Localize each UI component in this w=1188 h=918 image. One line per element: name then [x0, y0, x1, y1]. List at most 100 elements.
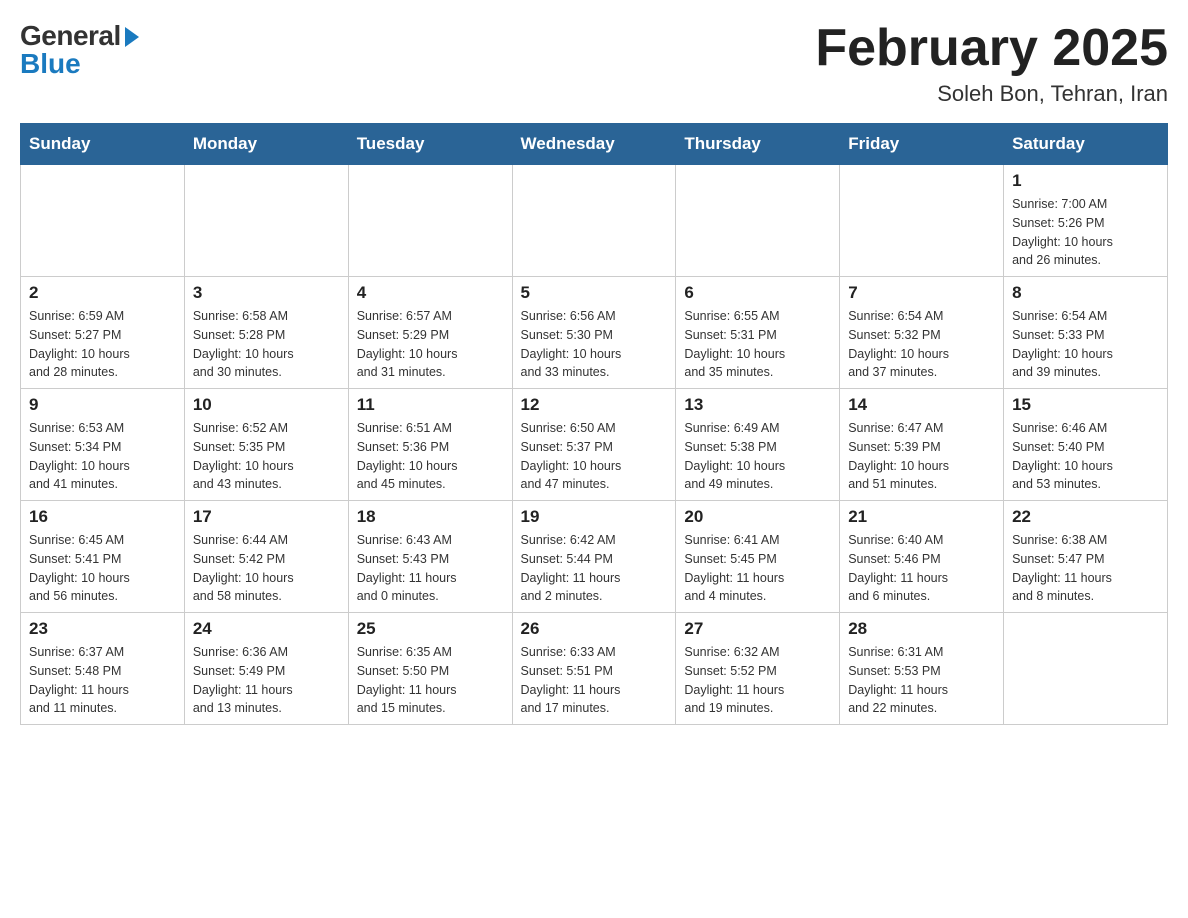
day-info: Sunrise: 6:31 AMSunset: 5:53 PMDaylight:…	[848, 643, 995, 718]
title-block: February 2025 Soleh Bon, Tehran, Iran	[815, 20, 1168, 107]
day-number: 23	[29, 619, 176, 639]
day-number: 11	[357, 395, 504, 415]
day-info: Sunrise: 6:47 AMSunset: 5:39 PMDaylight:…	[848, 419, 995, 494]
day-info: Sunrise: 6:53 AMSunset: 5:34 PMDaylight:…	[29, 419, 176, 494]
day-number: 18	[357, 507, 504, 527]
day-number: 3	[193, 283, 340, 303]
week-row-5: 23 Sunrise: 6:37 AMSunset: 5:48 PMDayligh…	[21, 613, 1168, 725]
day-info: Sunrise: 6:50 AMSunset: 5:37 PMDaylight:…	[521, 419, 668, 494]
day-info: Sunrise: 6:52 AMSunset: 5:35 PMDaylight:…	[193, 419, 340, 494]
calendar-cell	[184, 165, 348, 277]
day-info: Sunrise: 6:55 AMSunset: 5:31 PMDaylight:…	[684, 307, 831, 382]
day-info: Sunrise: 6:54 AMSunset: 5:33 PMDaylight:…	[1012, 307, 1159, 382]
day-number: 2	[29, 283, 176, 303]
day-info: Sunrise: 6:41 AMSunset: 5:45 PMDaylight:…	[684, 531, 831, 606]
calendar-cell: 8 Sunrise: 6:54 AMSunset: 5:33 PMDaylight…	[1004, 277, 1168, 389]
day-number: 28	[848, 619, 995, 639]
day-info: Sunrise: 6:56 AMSunset: 5:30 PMDaylight:…	[521, 307, 668, 382]
calendar-cell: 11 Sunrise: 6:51 AMSunset: 5:36 PMDayligh…	[348, 389, 512, 501]
week-row-3: 9 Sunrise: 6:53 AMSunset: 5:34 PMDaylight…	[21, 389, 1168, 501]
day-number: 10	[193, 395, 340, 415]
calendar-cell: 25 Sunrise: 6:35 AMSunset: 5:50 PMDayligh…	[348, 613, 512, 725]
day-info: Sunrise: 7:00 AMSunset: 5:26 PMDaylight:…	[1012, 195, 1159, 270]
col-tuesday: Tuesday	[348, 124, 512, 165]
day-number: 5	[521, 283, 668, 303]
calendar-cell: 28 Sunrise: 6:31 AMSunset: 5:53 PMDayligh…	[840, 613, 1004, 725]
calendar-cell	[840, 165, 1004, 277]
calendar-cell: 4 Sunrise: 6:57 AMSunset: 5:29 PMDaylight…	[348, 277, 512, 389]
day-info: Sunrise: 6:43 AMSunset: 5:43 PMDaylight:…	[357, 531, 504, 606]
logo-arrow-icon	[125, 27, 139, 47]
day-number: 7	[848, 283, 995, 303]
day-number: 20	[684, 507, 831, 527]
calendar-cell	[348, 165, 512, 277]
week-row-2: 2 Sunrise: 6:59 AMSunset: 5:27 PMDaylight…	[21, 277, 1168, 389]
calendar-cell: 12 Sunrise: 6:50 AMSunset: 5:37 PMDayligh…	[512, 389, 676, 501]
col-sunday: Sunday	[21, 124, 185, 165]
day-info: Sunrise: 6:35 AMSunset: 5:50 PMDaylight:…	[357, 643, 504, 718]
day-info: Sunrise: 6:59 AMSunset: 5:27 PMDaylight:…	[29, 307, 176, 382]
day-info: Sunrise: 6:42 AMSunset: 5:44 PMDaylight:…	[521, 531, 668, 606]
day-info: Sunrise: 6:49 AMSunset: 5:38 PMDaylight:…	[684, 419, 831, 494]
week-row-4: 16 Sunrise: 6:45 AMSunset: 5:41 PMDayligh…	[21, 501, 1168, 613]
calendar-cell: 1Sunrise: 7:00 AMSunset: 5:26 PMDaylight…	[1004, 165, 1168, 277]
calendar-cell: 13 Sunrise: 6:49 AMSunset: 5:38 PMDayligh…	[676, 389, 840, 501]
day-number: 15	[1012, 395, 1159, 415]
calendar-cell: 5 Sunrise: 6:56 AMSunset: 5:30 PMDaylight…	[512, 277, 676, 389]
day-info: Sunrise: 6:37 AMSunset: 5:48 PMDaylight:…	[29, 643, 176, 718]
calendar-cell: 18 Sunrise: 6:43 AMSunset: 5:43 PMDayligh…	[348, 501, 512, 613]
calendar-cell: 20 Sunrise: 6:41 AMSunset: 5:45 PMDayligh…	[676, 501, 840, 613]
day-number: 17	[193, 507, 340, 527]
calendar-cell	[512, 165, 676, 277]
calendar-cell: 9 Sunrise: 6:53 AMSunset: 5:34 PMDaylight…	[21, 389, 185, 501]
day-number: 19	[521, 507, 668, 527]
day-info: Sunrise: 6:33 AMSunset: 5:51 PMDaylight:…	[521, 643, 668, 718]
calendar-header-row: Sunday Monday Tuesday Wednesday Thursday…	[21, 124, 1168, 165]
calendar-cell: 14 Sunrise: 6:47 AMSunset: 5:39 PMDayligh…	[840, 389, 1004, 501]
day-number: 13	[684, 395, 831, 415]
day-number: 8	[1012, 283, 1159, 303]
calendar-cell: 19 Sunrise: 6:42 AMSunset: 5:44 PMDayligh…	[512, 501, 676, 613]
day-info: Sunrise: 6:32 AMSunset: 5:52 PMDaylight:…	[684, 643, 831, 718]
day-number: 25	[357, 619, 504, 639]
day-info: Sunrise: 6:45 AMSunset: 5:41 PMDaylight:…	[29, 531, 176, 606]
col-monday: Monday	[184, 124, 348, 165]
calendar-table: Sunday Monday Tuesday Wednesday Thursday…	[20, 123, 1168, 725]
day-number: 9	[29, 395, 176, 415]
logo: General Blue	[20, 20, 139, 80]
calendar-cell: 23 Sunrise: 6:37 AMSunset: 5:48 PMDayligh…	[21, 613, 185, 725]
day-number: 24	[193, 619, 340, 639]
month-title: February 2025	[815, 20, 1168, 77]
col-thursday: Thursday	[676, 124, 840, 165]
calendar-cell	[1004, 613, 1168, 725]
day-number: 6	[684, 283, 831, 303]
calendar-cell: 6 Sunrise: 6:55 AMSunset: 5:31 PMDaylight…	[676, 277, 840, 389]
day-info: Sunrise: 6:44 AMSunset: 5:42 PMDaylight:…	[193, 531, 340, 606]
page-header: General Blue February 2025 Soleh Bon, Te…	[20, 20, 1168, 107]
day-info: Sunrise: 6:51 AMSunset: 5:36 PMDaylight:…	[357, 419, 504, 494]
day-number: 21	[848, 507, 995, 527]
day-info: Sunrise: 6:58 AMSunset: 5:28 PMDaylight:…	[193, 307, 340, 382]
logo-blue-text: Blue	[20, 48, 81, 80]
day-info: Sunrise: 6:57 AMSunset: 5:29 PMDaylight:…	[357, 307, 504, 382]
day-info: Sunrise: 6:54 AMSunset: 5:32 PMDaylight:…	[848, 307, 995, 382]
calendar-cell	[21, 165, 185, 277]
day-number: 27	[684, 619, 831, 639]
day-number: 4	[357, 283, 504, 303]
calendar-cell: 26 Sunrise: 6:33 AMSunset: 5:51 PMDayligh…	[512, 613, 676, 725]
calendar-cell: 17 Sunrise: 6:44 AMSunset: 5:42 PMDayligh…	[184, 501, 348, 613]
day-number: 12	[521, 395, 668, 415]
calendar-cell: 2 Sunrise: 6:59 AMSunset: 5:27 PMDaylight…	[21, 277, 185, 389]
day-number: 22	[1012, 507, 1159, 527]
day-info: Sunrise: 6:38 AMSunset: 5:47 PMDaylight:…	[1012, 531, 1159, 606]
day-number: 16	[29, 507, 176, 527]
col-wednesday: Wednesday	[512, 124, 676, 165]
day-number: 26	[521, 619, 668, 639]
calendar-cell: 22 Sunrise: 6:38 AMSunset: 5:47 PMDayligh…	[1004, 501, 1168, 613]
day-number: 14	[848, 395, 995, 415]
day-info: Sunrise: 6:46 AMSunset: 5:40 PMDaylight:…	[1012, 419, 1159, 494]
calendar-cell: 15 Sunrise: 6:46 AMSunset: 5:40 PMDayligh…	[1004, 389, 1168, 501]
week-row-1: 1Sunrise: 7:00 AMSunset: 5:26 PMDaylight…	[21, 165, 1168, 277]
col-saturday: Saturday	[1004, 124, 1168, 165]
calendar-cell: 3 Sunrise: 6:58 AMSunset: 5:28 PMDaylight…	[184, 277, 348, 389]
